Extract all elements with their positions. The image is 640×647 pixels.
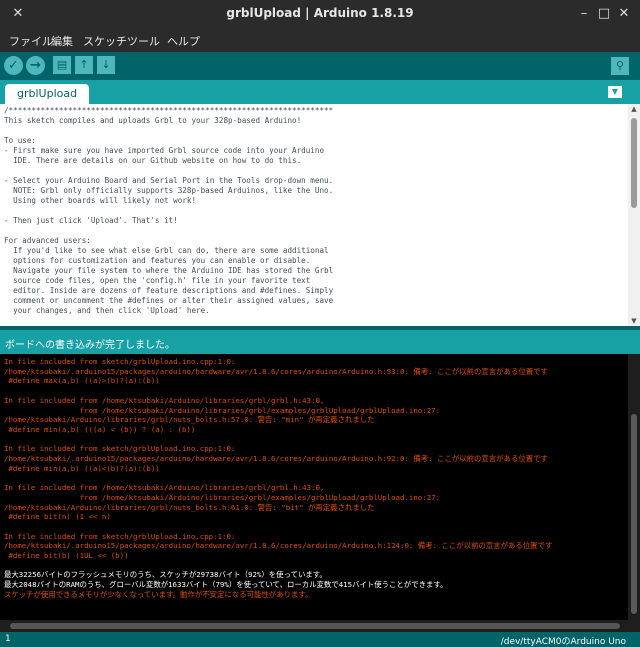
menu-help[interactable]: ヘルプ [167, 33, 200, 49]
console-scrollbar[interactable] [628, 354, 640, 620]
save-button[interactable]: ↓ [97, 56, 115, 74]
check-icon: ✓ [8, 58, 19, 73]
menu-sketch[interactable]: スケッチ [83, 33, 127, 49]
arrow-right-icon: → [30, 58, 41, 73]
console-scroll-thumb[interactable] [631, 414, 637, 614]
console-line: In file included from /home/ktsubaki/Ard… [4, 483, 325, 493]
menu-tools[interactable]: ツール [127, 33, 160, 49]
tab-grblupload[interactable]: grblUpload [5, 84, 90, 104]
close-window-icon[interactable]: ✕ [614, 4, 634, 24]
editor-scroll-thumb[interactable] [631, 118, 637, 208]
editor-line: To use: [4, 136, 37, 145]
tab-bar: grblUpload ▼ [0, 80, 640, 104]
code-editor[interactable]: /***************************************… [0, 104, 628, 326]
menu-edit[interactable]: 編集 [51, 33, 73, 49]
save-arrow-down-icon: ↓ [101, 58, 111, 71]
editor-line: comment or uncomment the #defines or alt… [4, 296, 334, 305]
open-arrow-up-icon: ↑ [79, 58, 89, 71]
editor-line: - Select your Arduino Board and Serial P… [4, 176, 334, 185]
console-line: スケッチが使用できるメモリが少なくなっています。動作が不安定になる可能性がありま… [4, 589, 313, 599]
console-line: /home/ktsubaki/Arduino/libraries/grbl/nu… [4, 502, 375, 512]
editor-text[interactable]: /***************************************… [0, 104, 628, 318]
console-hscroll-thumb[interactable] [10, 623, 620, 629]
console-line: In file included from sketch/grblUpload.… [4, 357, 236, 366]
console-line: /home/ktsubaki/.arduino15/packages/ardui… [4, 366, 548, 376]
console-line: #define bit(n) (1 << n) [4, 512, 111, 522]
scroll-up-icon[interactable]: ▲ [628, 105, 640, 113]
magnifier-icon: ⚲ [615, 59, 625, 72]
status-message: ボードへの書き込みが完了しました。 [5, 340, 175, 351]
scroll-down-icon[interactable]: ▼ [628, 317, 640, 325]
window-title: grblUpload | Arduino 1.8.19 [226, 6, 414, 20]
console-text: In file included from sketch/grblUpload.… [0, 354, 628, 603]
editor-line: IDE. There are details on our Github web… [4, 156, 302, 165]
upload-button[interactable]: → [26, 56, 45, 75]
title-bar: ✕ grblUpload | Arduino 1.8.19 – □ ✕ [0, 0, 640, 28]
editor-line: - Then just click 'Upload'. That's it! [4, 216, 178, 225]
new-button[interactable]: ▤ [53, 56, 71, 74]
console-line: In file included from /home/ktsubaki/Ard… [4, 395, 325, 405]
editor-line: This sketch compiles and uploads Grbl to… [4, 116, 302, 125]
editor-line: For advanced users: [4, 236, 91, 245]
menu-bar: ファイル 編集 スケッチ ツール ヘルプ [0, 28, 640, 52]
new-file-icon: ▤ [56, 58, 68, 71]
status-bar: ボードへの書き込みが完了しました。 [0, 330, 640, 354]
maximize-icon[interactable]: □ [594, 4, 614, 24]
editor-line: options for customization and features y… [4, 256, 311, 265]
editor-line: If you'd like to see what else Grbl can … [4, 246, 329, 255]
open-button[interactable]: ↑ [75, 56, 93, 74]
verify-button[interactable]: ✓ [4, 56, 23, 75]
console-line: In file included from sketch/grblUpload.… [4, 531, 236, 541]
menu-file[interactable]: ファイル [9, 33, 53, 49]
console-line: from /home/ktsubaki/Arduino/libraries/gr… [4, 405, 441, 415]
board-info: /dev/ttyACM0のArduino Uno [500, 637, 626, 647]
editor-line: source code files, open the 'config.h' f… [4, 276, 311, 285]
editor-line: NOTE: Grbl only officially supports 328p… [4, 186, 334, 195]
editor-line: /***************************************… [4, 106, 334, 115]
editor-scrollbar[interactable]: ▲ ▼ [628, 104, 640, 326]
editor-line: - First make sure you have imported Grbl… [4, 146, 325, 155]
serial-monitor-button[interactable]: ⚲ [611, 57, 629, 75]
console-output[interactable]: In file included from sketch/grblUpload.… [0, 354, 628, 620]
minimize-icon[interactable]: – [574, 4, 594, 24]
console-line: #define min(a,b) ((a)<(b)?(a):(b)) [4, 463, 160, 473]
console-line: 最大32256バイトのフラッシュメモリのうち、スケッチが29738バイト（92%… [4, 570, 327, 580]
tab-menu-icon[interactable]: ▼ [608, 86, 622, 98]
editor-line: editor. Inside are dozens of feature des… [4, 286, 334, 295]
console-line: /home/ktsubaki/.arduino15/packages/ardui… [4, 541, 553, 551]
editor-line: Navigate your file system to where the A… [4, 266, 334, 275]
console-line: 最大2048バイトのRAMのうち、グローバル変数が1633バイト（79%）を使っ… [4, 580, 448, 590]
console-hscrollbar[interactable] [0, 620, 640, 632]
console-line: #define bit(b) (1UL << (b)) [4, 551, 129, 561]
bottom-bar: 1 /dev/ttyACM0のArduino Uno [0, 632, 640, 647]
console-line: /home/ktsubaki/.arduino15/packages/ardui… [4, 454, 548, 464]
editor-line: your changes, and then click 'Upload' he… [4, 306, 210, 315]
console-line: #define min(a,b) (((a) < (b)) ? (a) : (b… [4, 424, 196, 434]
console-line: /home/ktsubaki/Arduino/libraries/grbl/nu… [4, 415, 375, 425]
toolbar: ✓ → ▤ ↑ ↓ ⚲ [0, 52, 640, 80]
editor-line: Using other boards will likely not work! [4, 196, 197, 205]
line-number: 1 [5, 634, 11, 644]
console-line: from /home/ktsubaki/Arduino/libraries/gr… [4, 492, 441, 502]
console-line: #define max(a,b) ((a)>(b)?(a):(b)) [4, 376, 160, 386]
console-line: In file included from sketch/grblUpload.… [4, 444, 236, 454]
